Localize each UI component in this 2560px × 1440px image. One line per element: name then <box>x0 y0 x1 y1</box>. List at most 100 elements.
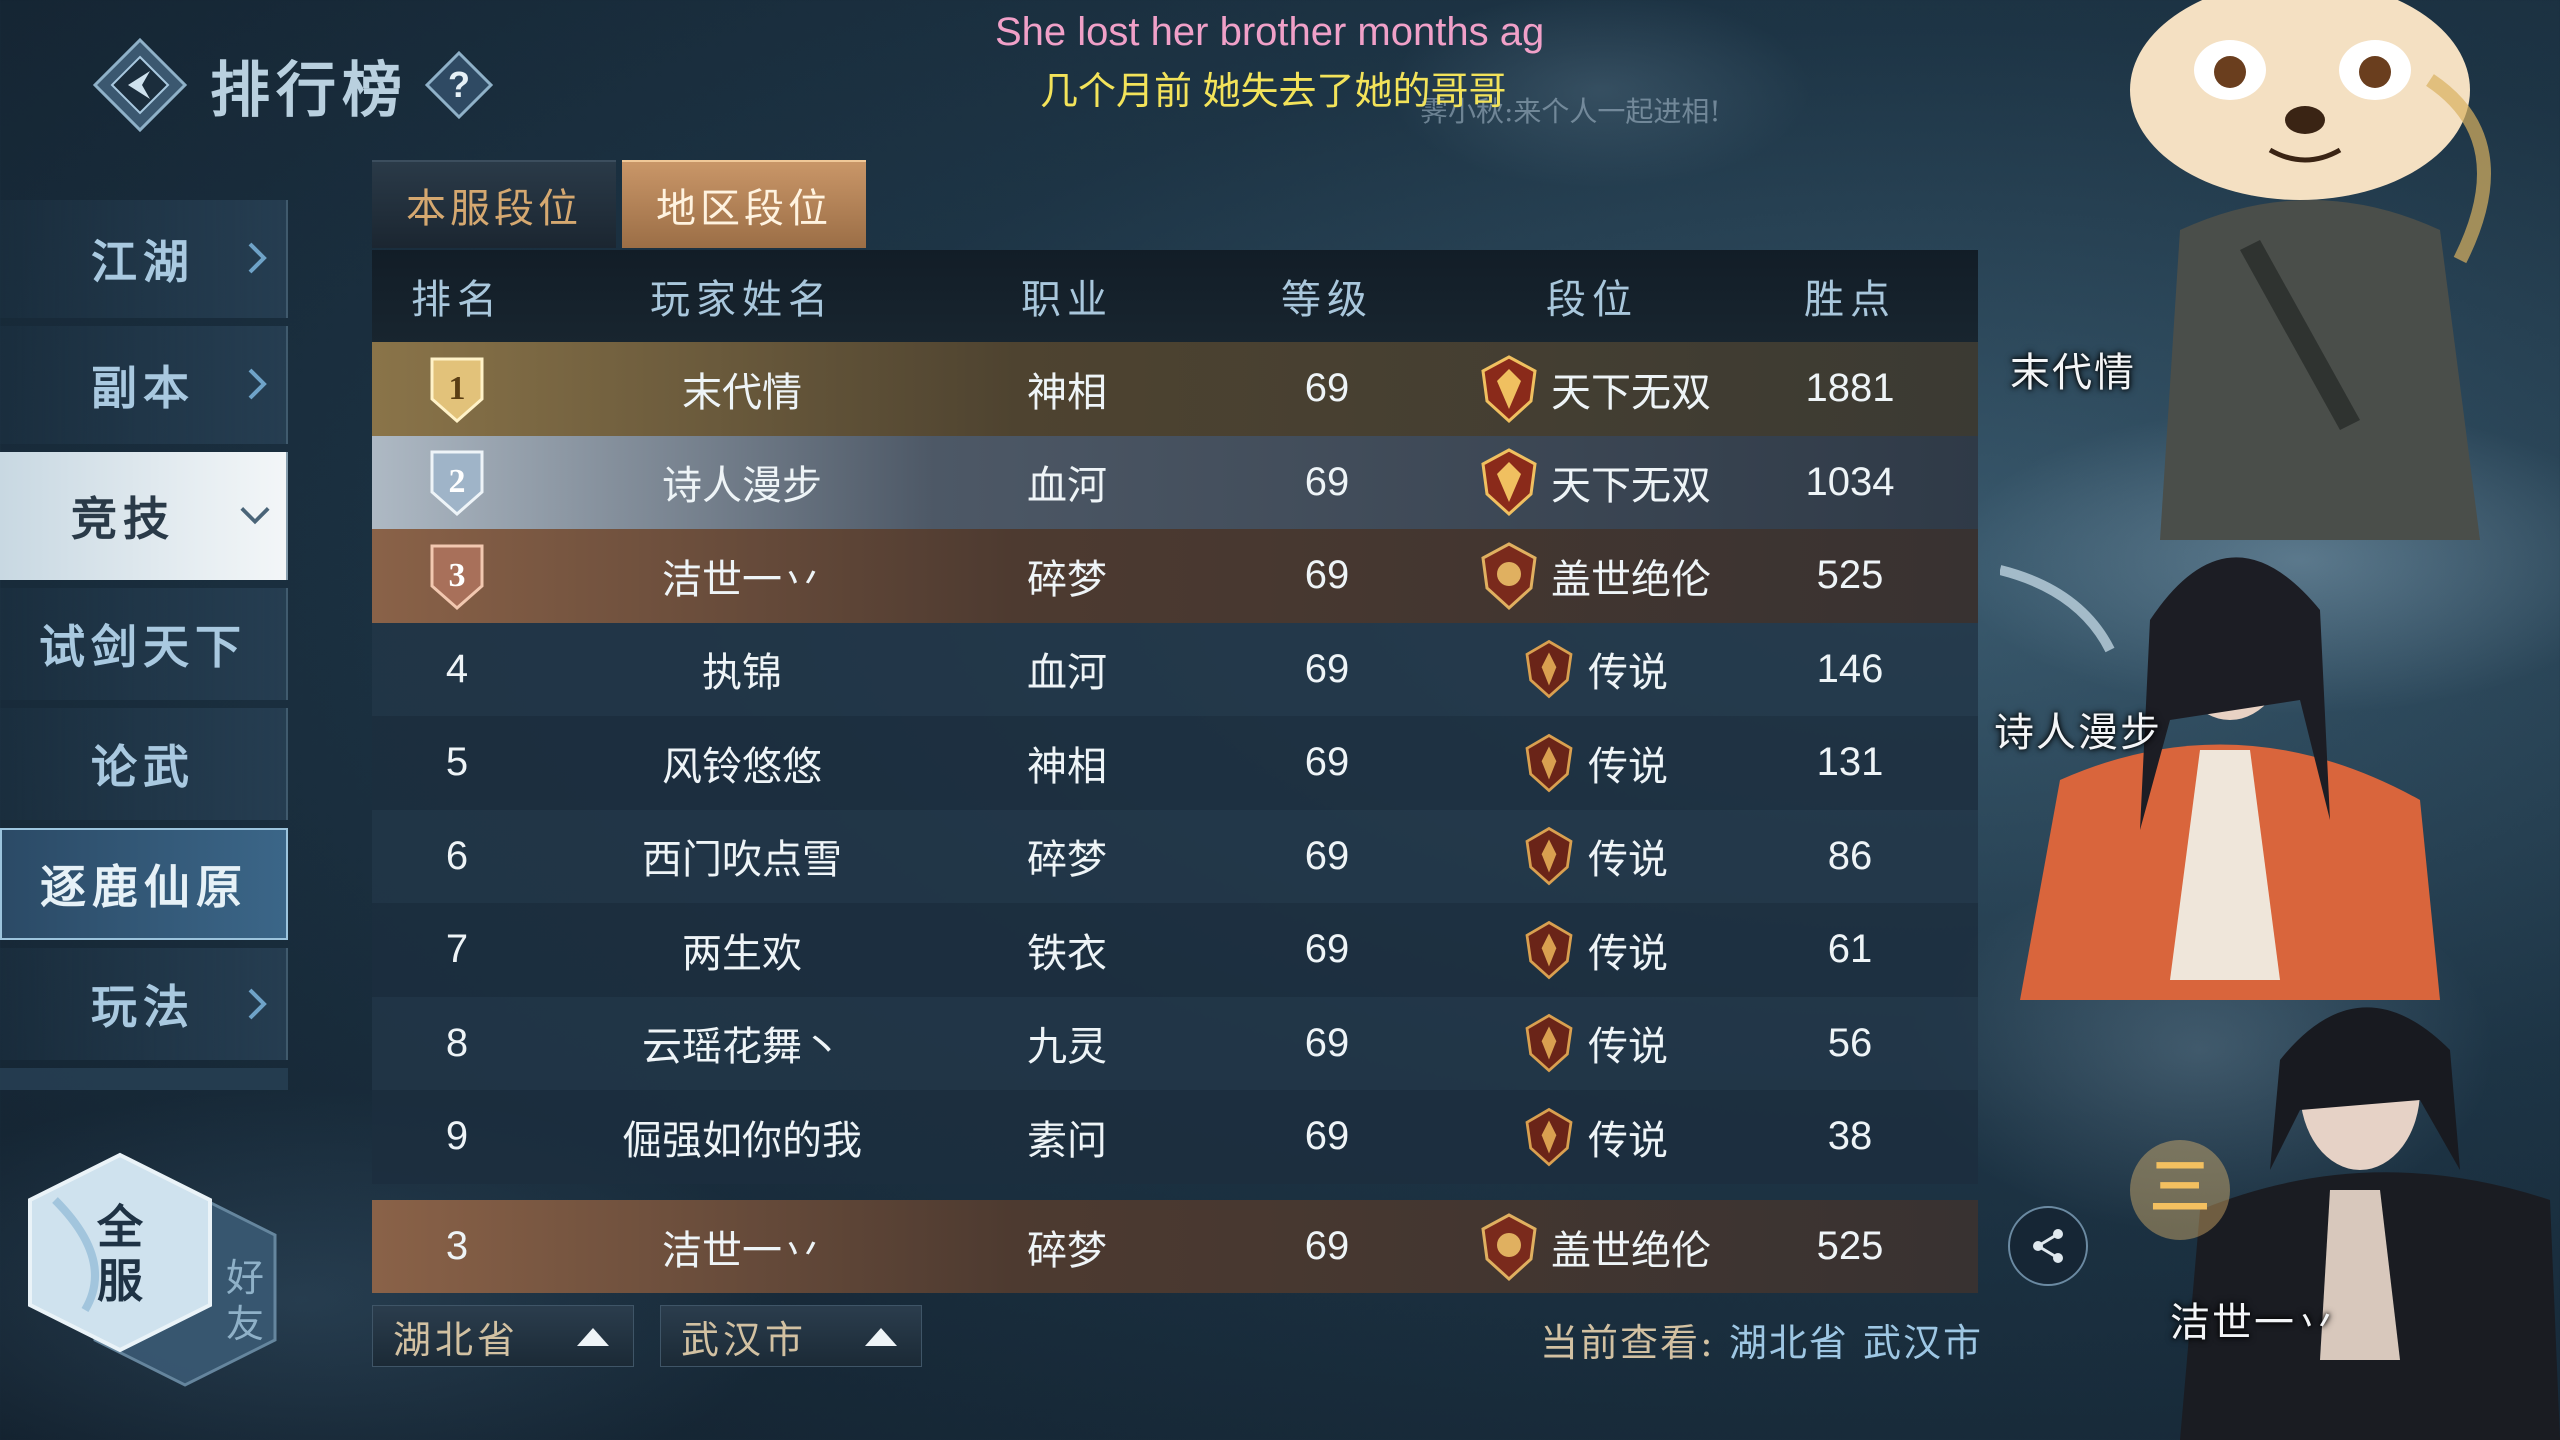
sidebar-item-zhulu[interactable]: 逐鹿仙原 <box>0 828 288 940</box>
player-tier: 传说 <box>1462 917 1722 983</box>
sidebar-item-label: 竞技 <box>71 492 175 546</box>
rank-badge-silver: 2 <box>372 446 542 518</box>
sidebar-item-dungeon[interactable]: 副本 <box>0 326 288 444</box>
sidebar-item-lunwu[interactable]: 论武 <box>0 708 288 820</box>
player-name: 洁世一丷 <box>662 1227 822 1274</box>
player-points: 56 <box>1827 1020 1873 1065</box>
city-dropdown[interactable]: 武汉市 <box>660 1305 922 1367</box>
svg-text:2: 2 <box>449 463 466 500</box>
player-tier: 传说 <box>1462 823 1722 889</box>
viewing-value: 湖北省 武汉市 <box>1728 1321 1983 1365</box>
tier-legend-icon <box>1525 827 1573 886</box>
table-row[interactable]: 1 末代情 神相 69 天下无双 1881 <box>372 342 1978 436</box>
all-server-toggle[interactable]: 全服 <box>90 1200 150 1308</box>
sidebar-item-gameplay[interactable]: 玩法 <box>0 948 288 1060</box>
help-icon[interactable]: ? <box>424 50 494 120</box>
rank-badge-gold-icon: 1 <box>430 357 484 423</box>
page-title: 排行榜 <box>210 55 408 126</box>
my-rank-row[interactable]: 3 洁世一丷 碎梦 69 盖世绝伦 525 <box>372 1200 1978 1293</box>
header: 排行榜 ? <box>90 30 494 140</box>
player-points: 1881 <box>1805 366 1895 411</box>
current-viewing: 当前查看: 湖北省 武汉市 <box>1540 1312 1983 1367</box>
header-rank: 排名 <box>411 277 503 323</box>
player-points: 86 <box>1827 833 1873 878</box>
table-row[interactable]: 2 诗人漫步 血河 69 天下无双 1034 <box>372 435 1978 529</box>
portrait-name: 洁世一丷 <box>2170 1300 2338 1346</box>
tier-label: 传说 <box>1588 743 1668 790</box>
tier-unrivaled-icon <box>1481 355 1537 423</box>
sidebar-item-label: 江湖 <box>91 235 195 289</box>
portrait-third[interactable]: 三 洁世一丷 <box>2120 940 2560 1440</box>
tier-label: 天下无双 <box>1551 369 1711 416</box>
rank-badge-gold: 1 <box>372 353 542 425</box>
portrait-name: 末代情 <box>2010 350 2136 396</box>
player-rank: 3 <box>445 1224 469 1268</box>
sidebar-item-jianghu[interactable]: 江湖 <box>0 200 288 318</box>
table-body: 1 末代情 神相 69 天下无双 1881 2 诗人漫步 血河 69 天下无双 … <box>372 342 1978 1184</box>
player-rank: 9 <box>445 1114 469 1159</box>
player-level: 69 <box>1304 1020 1350 1065</box>
sidebar-item-arena[interactable]: 竞技 <box>0 452 288 580</box>
table-row[interactable]: 3 洁世一丷 碎梦 69 盖世绝伦 525 <box>372 529 1978 623</box>
table-row[interactable]: 6 西门吹点雪 碎梦 69 传说 86 <box>372 809 1978 903</box>
character-portrait-icon: 三 <box>2130 1007 2560 1440</box>
rank-badge-silver-icon: 2 <box>430 450 484 517</box>
player-job: 碎梦 <box>1027 1227 1107 1274</box>
header-job: 职业 <box>1021 277 1113 323</box>
tier-label: 传说 <box>1588 930 1668 977</box>
player-tier: 传说 <box>1462 636 1722 702</box>
ranking-table: 排名 玩家姓名 职业 等级 段位 胜点 1 末代情 神相 69 天下无双 188… <box>372 250 1978 1184</box>
server-toggle[interactable]: 全服 好友 <box>25 1140 295 1400</box>
tier-label: 天下无双 <box>1551 463 1711 510</box>
player-level: 69 <box>1304 459 1350 504</box>
portrait-first[interactable]: 末代情 <box>2010 0 2530 540</box>
player-name: 两生欢 <box>682 930 802 977</box>
player-points: 1034 <box>1805 459 1895 504</box>
player-job: 血河 <box>1027 650 1107 697</box>
player-name: 风铃悠悠 <box>662 743 822 790</box>
friends-toggle[interactable]: 好友 <box>220 1255 270 1347</box>
chevron-right-icon <box>248 988 267 1020</box>
subtitle-chinese: 几个月前 她失去了她的哥哥 <box>1040 71 1507 113</box>
player-name: 云瑶花舞丶 <box>642 1024 842 1071</box>
player-job: 神相 <box>1027 743 1107 790</box>
table-row[interactable]: 5 风铃悠悠 神相 69 传说 131 <box>372 716 1978 810</box>
province-value: 湖北省 <box>393 1317 520 1362</box>
sidebar-divider <box>0 1068 288 1090</box>
sidebar-nav: 江湖 副本 竞技 试剑天下 论武 逐鹿仙原 玩法 <box>0 200 290 1090</box>
portrait-name: 诗人漫步 <box>1994 710 2162 756</box>
player-level: 69 <box>1304 740 1350 785</box>
header-points: 胜点 <box>1804 277 1896 323</box>
sidebar-item-shijian[interactable]: 试剑天下 <box>0 588 288 700</box>
table-row[interactable]: 4 执锦 血河 69 传说 146 <box>372 622 1978 716</box>
tier-unrivaled-icon <box>1481 448 1537 517</box>
tab-server-rank[interactable]: 本服段位 <box>372 160 616 248</box>
portrait-second[interactable]: 诗人漫步 <box>1994 500 2470 1000</box>
viewing-label: 当前查看: <box>1540 1321 1715 1365</box>
player-points: 38 <box>1827 1114 1873 1159</box>
tier-label: 盖世绝伦 <box>1551 556 1711 603</box>
tier-label: 传说 <box>1588 1117 1668 1164</box>
player-points: 525 <box>1816 1224 1884 1268</box>
table-row[interactable]: 9 倔强如你的我 素问 69 传说 38 <box>372 1090 1978 1184</box>
player-job: 碎梦 <box>1027 556 1107 603</box>
header-name: 玩家姓名 <box>650 277 834 323</box>
sidebar-item-label: 论武 <box>91 740 195 794</box>
triangle-up-icon <box>865 1328 897 1346</box>
sidebar-item-label: 试剑天下 <box>39 620 247 674</box>
player-level: 69 <box>1304 646 1350 691</box>
tier-legend-icon <box>1525 1014 1573 1073</box>
player-name: 末代情 <box>682 369 802 416</box>
tab-region-rank[interactable]: 地区段位 <box>622 160 866 248</box>
tab-bar: 本服段位 地区段位 <box>372 160 872 248</box>
player-level: 69 <box>1304 927 1350 972</box>
table-row[interactable]: 8 云瑶花舞丶 九灵 69 传说 56 <box>372 996 1978 1090</box>
table-row[interactable]: 7 两生欢 铁衣 69 传说 61 <box>372 903 1978 997</box>
rank-badge-bronze-icon: 3 <box>430 544 484 610</box>
player-job: 碎梦 <box>1027 837 1107 884</box>
player-job: 神相 <box>1027 369 1107 416</box>
tier-label: 传说 <box>1588 837 1668 884</box>
tier-legend-icon <box>1525 733 1573 793</box>
svg-text:?: ? <box>448 64 470 105</box>
province-dropdown[interactable]: 湖北省 <box>372 1305 634 1367</box>
